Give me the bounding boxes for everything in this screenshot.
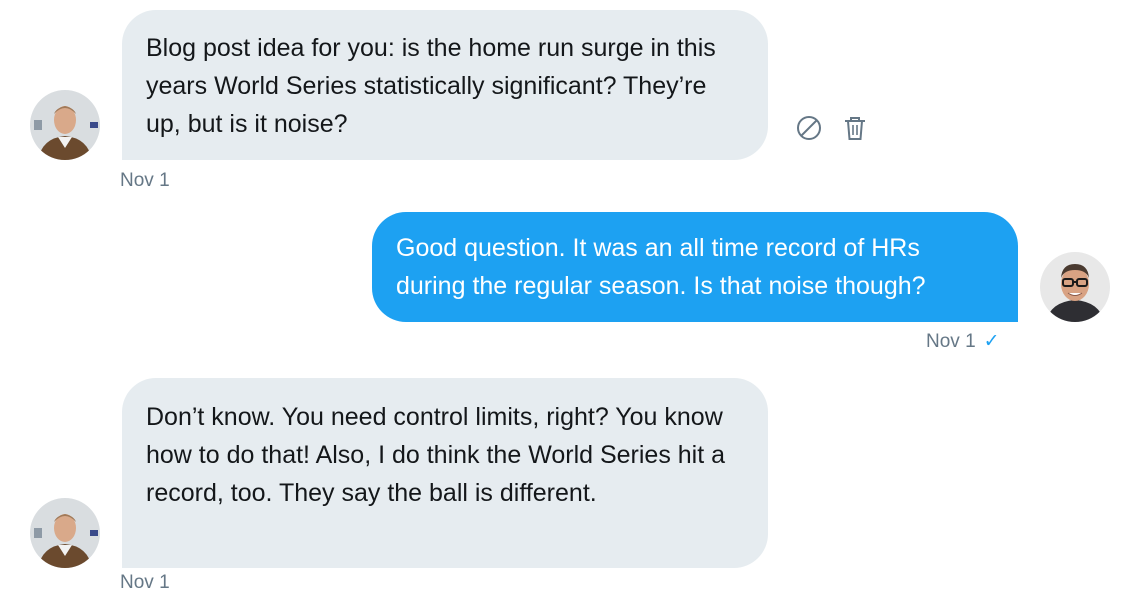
message-timestamp: Nov 1 (120, 572, 170, 593)
own-avatar[interactable] (1040, 252, 1110, 322)
trash-icon[interactable] (840, 113, 870, 143)
avatar-image (30, 498, 100, 568)
sender-avatar[interactable] (30, 90, 100, 160)
message-text: Good question. It was an all time record… (396, 234, 926, 300)
message-bubble-incoming[interactable]: Blog post idea for you: is the home run … (122, 10, 768, 160)
avatar-image (30, 90, 100, 160)
timestamp-text: Nov 1 (926, 331, 976, 352)
read-check-icon: ✓ (983, 331, 1000, 352)
message-timestamp: Nov 1 (120, 170, 170, 191)
message-bubble-outgoing[interactable]: Good question. It was an all time record… (372, 212, 1018, 322)
message-text: Blog post idea for you: is the home run … (146, 34, 716, 138)
block-icon[interactable] (794, 113, 824, 143)
avatar-image (1040, 252, 1110, 322)
sender-avatar[interactable] (30, 498, 100, 568)
message-bubble-incoming[interactable]: Don’t know. You need control limits, rig… (122, 378, 768, 568)
message-timestamp: Nov 1 ✓ (926, 331, 1000, 353)
message-text: Don’t know. You need control limits, rig… (146, 403, 726, 507)
